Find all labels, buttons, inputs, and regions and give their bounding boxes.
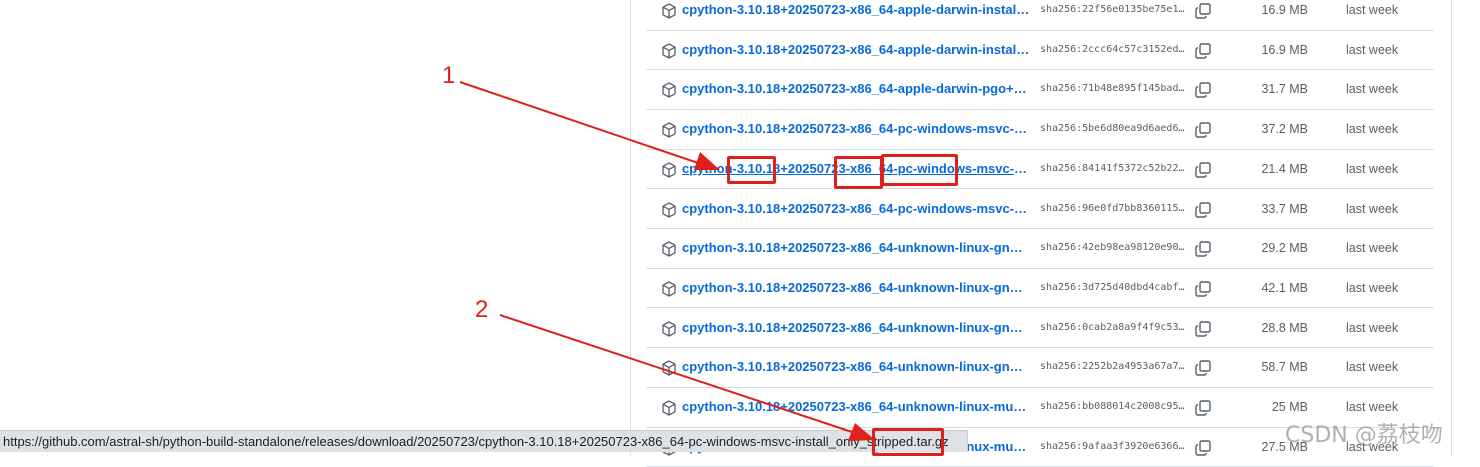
copy-icon[interactable]: [1194, 280, 1212, 298]
package-icon: [662, 3, 676, 19]
annotation-label-2: 2: [475, 296, 489, 323]
package-icon: [662, 281, 676, 297]
asset-sha256: sha256:96e0fd7bb8360115...: [1040, 202, 1186, 214]
asset-sha256: sha256:84141f5372c52b22...: [1040, 162, 1186, 174]
copy-icon[interactable]: [1194, 121, 1212, 139]
package-icon: [662, 360, 676, 376]
asset-size: 37.2 MB: [1261, 122, 1308, 137]
asset-row: cpython-3.10.18+20250723-x86_64-unknown-…: [646, 309, 1434, 349]
asset-sha256: sha256:9afaa3f3920e6366...: [1040, 440, 1186, 452]
asset-date: last week: [1346, 360, 1399, 375]
asset-sha256: sha256:2ccc64c57c3152ed...: [1040, 43, 1186, 55]
asset-sha256: sha256:5be6d80ea9d6aed6...: [1040, 123, 1186, 135]
asset-size: 16.9 MB: [1261, 3, 1308, 17]
copy-icon[interactable]: [1194, 359, 1212, 377]
asset-row: cpython-3.10.18+20250723-x86_64-unknown-…: [646, 269, 1434, 309]
copy-icon[interactable]: [1194, 42, 1212, 60]
asset-link[interactable]: cpython-3.10.18+20250723-x86_64-apple-da…: [682, 81, 1030, 96]
highlight-platform-box: [881, 154, 958, 186]
package-icon: [662, 82, 676, 99]
package-icon: [662, 122, 676, 138]
asset-date: last week: [1346, 280, 1399, 295]
highlight-version-box: [727, 156, 776, 184]
asset-size: 21.4 MB: [1261, 161, 1308, 176]
asset-sha256: sha256:2252b2a4953a67a7...: [1040, 361, 1186, 373]
copy-icon[interactable]: [1194, 240, 1212, 258]
asset-row: cpython-3.10.18+20250723-x86_64-unknown-…: [646, 348, 1434, 388]
copy-icon[interactable]: [1194, 439, 1212, 457]
package-icon: [662, 400, 676, 416]
annotation-label-1: 1: [442, 62, 456, 89]
asset-link[interactable]: cpython-3.10.18+20250723-x86_64-unknown-…: [682, 240, 1030, 255]
asset-link[interactable]: cpython-3.10.18+20250723-x86_64-unknown-…: [682, 280, 1030, 295]
copy-icon[interactable]: [1194, 201, 1212, 219]
copy-icon[interactable]: [1194, 161, 1212, 179]
asset-link[interactable]: cpython-3.10.18+20250723-x86_64-apple-da…: [682, 2, 1030, 17]
asset-row: cpython-3.10.18+20250723-x86_64-pc-windo…: [646, 190, 1434, 230]
asset-row: cpython-3.10.18+20250723-x86_64-unknown-…: [646, 229, 1434, 269]
package-icon: [662, 43, 676, 59]
package-icon: [662, 201, 676, 218]
asset-sha256: sha256:22f56e0135be75e1...: [1040, 4, 1186, 15]
package-icon: [662, 241, 676, 257]
asset-date: last week: [1346, 122, 1399, 137]
asset-row: cpython-3.10.18+20250723-x86_64-apple-da…: [646, 0, 1434, 31]
asset-size: 58.7 MB: [1261, 360, 1308, 375]
asset-size: 31.7 MB: [1261, 82, 1308, 97]
asset-size: 42.1 MB: [1261, 280, 1308, 295]
highlight-stripped-box: [872, 428, 944, 456]
asset-link[interactable]: cpython-3.10.18+20250723-x86_64-unknown-…: [682, 320, 1030, 335]
copy-icon[interactable]: [1194, 320, 1212, 338]
asset-sha256: sha256:42eb98ea98120e90...: [1040, 242, 1186, 254]
asset-size: 16.9 MB: [1261, 42, 1308, 57]
asset-row: cpython-3.10.18+20250723-x86_64-apple-da…: [646, 31, 1434, 71]
asset-sha256: sha256:bb088014c2008c95...: [1040, 401, 1186, 412]
asset-date: last week: [1346, 82, 1399, 97]
asset-link[interactable]: cpython-3.10.18+20250723-x86_64-apple-da…: [682, 42, 1030, 57]
asset-date: last week: [1346, 201, 1399, 216]
asset-link[interactable]: cpython-3.10.18+20250723-x86_64-pc-windo…: [682, 201, 1030, 216]
asset-link[interactable]: cpython-3.10.18+20250723-x86_64-unknown-…: [682, 399, 1030, 414]
package-icon: [662, 320, 676, 337]
asset-sha256: sha256:0cab2a8a9f4f9c53...: [1040, 321, 1186, 333]
asset-row: cpython-3.10.18+20250723-x86_64-apple-da…: [646, 70, 1434, 110]
asset-date: last week: [1346, 400, 1399, 414]
asset-size: 33.7 MB: [1261, 201, 1308, 216]
asset-date: last week: [1346, 42, 1399, 57]
asset-date: last week: [1346, 3, 1399, 17]
highlight-arch-box: [834, 156, 883, 189]
browser-status-bar-url: https://github.com/astral-sh/python-buil…: [0, 430, 968, 452]
asset-sha256: sha256:71b48e895f145bad...: [1040, 83, 1186, 95]
asset-size: 25 MB: [1271, 400, 1308, 414]
asset-date: last week: [1346, 320, 1399, 335]
asset-sha256: sha256:3d725d40dbd4cabf...: [1040, 281, 1186, 293]
csdn-watermark: CSDN @荔枝吻: [1285, 423, 1443, 448]
asset-row: cpython-3.10.18+20250723-x86_64-pc-windo…: [646, 110, 1434, 150]
asset-date: last week: [1346, 161, 1399, 176]
asset-size: 29.2 MB: [1261, 241, 1308, 256]
asset-link[interactable]: cpython-3.10.18+20250723-x86_64-pc-windo…: [682, 121, 1030, 136]
asset-link[interactable]: cpython-3.10.18+20250723-x86_64-unknown-…: [682, 359, 1030, 374]
asset-date: last week: [1346, 241, 1399, 256]
copy-icon[interactable]: [1194, 2, 1212, 20]
asset-size: 28.8 MB: [1261, 320, 1308, 335]
package-icon: [662, 162, 676, 178]
copy-icon[interactable]: [1194, 399, 1212, 417]
copy-icon[interactable]: [1194, 81, 1212, 99]
